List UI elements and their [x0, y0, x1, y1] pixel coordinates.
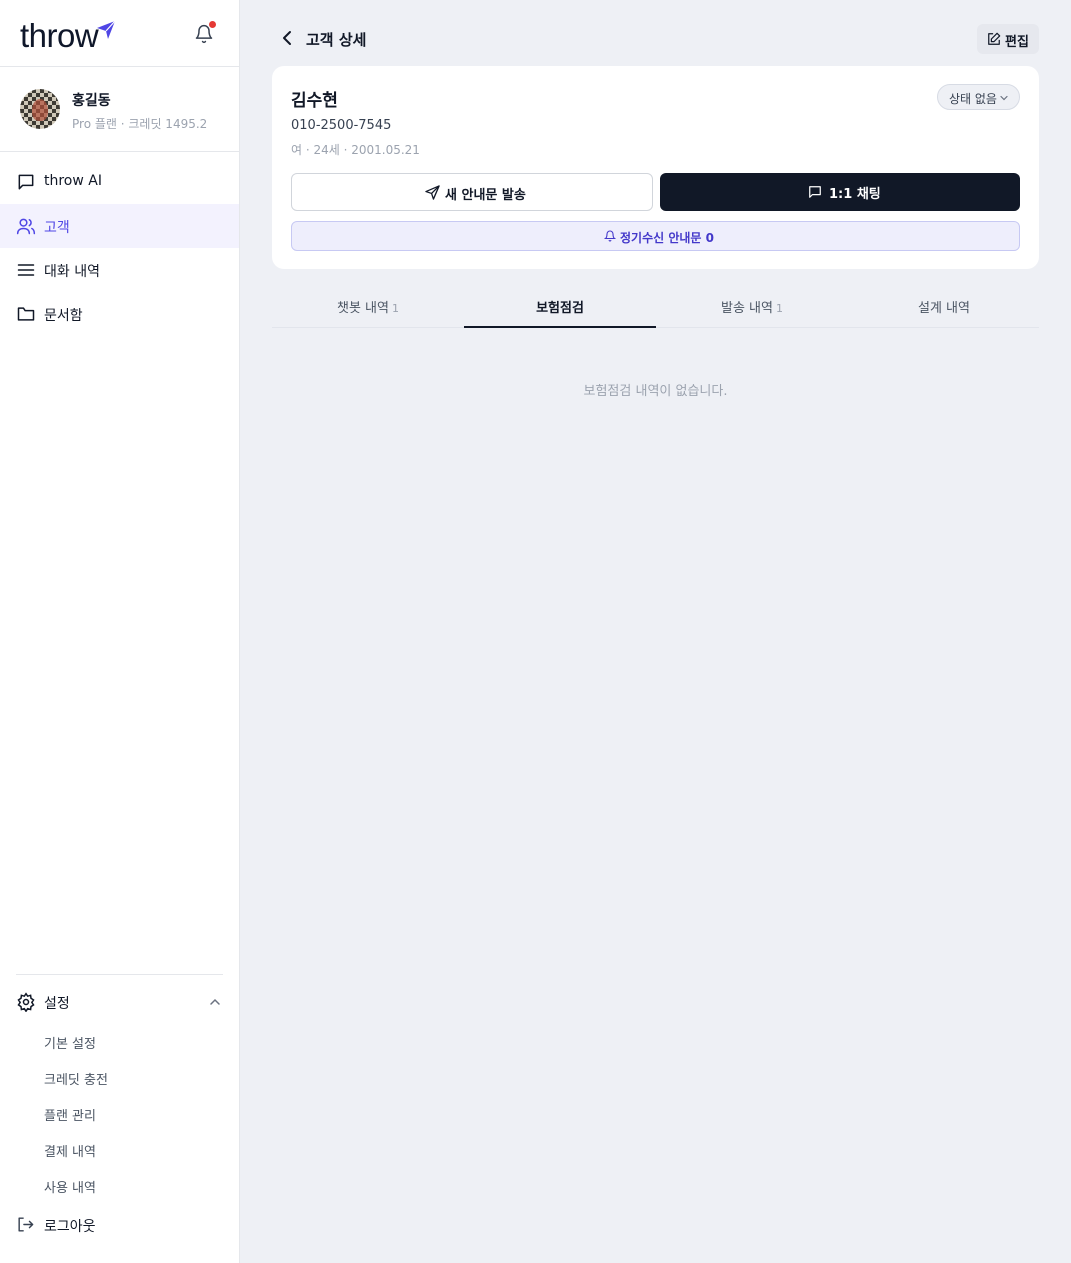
chat-button[interactable]: 1:1 채팅 [660, 173, 1020, 211]
tab-count: 1 [391, 302, 399, 315]
nav-item-label: 대화 내역 [44, 264, 100, 280]
avatar [20, 89, 60, 129]
logout-button[interactable]: 로그아웃 [16, 1214, 216, 1236]
chevron-down-icon [1000, 95, 1008, 101]
tab-label: 발송 내역 [721, 301, 773, 316]
settings-item-credit[interactable]: 크레딧 충전 [44, 1069, 108, 1088]
chat-bubble-icon [18, 174, 34, 190]
tab-bar: 챗봇 내역 1 보험점검 발송 내역 1 설계 내역 [272, 286, 1039, 328]
logout-label: 로그아웃 [44, 1219, 96, 1235]
nav-item-customers[interactable]: 고객 [0, 204, 239, 248]
sidebar: throw 홍길동 Pro 플랜 · 크레딧 1495.2 throw AI 고… [0, 0, 240, 1263]
chevron-up-icon [210, 998, 220, 1005]
empty-state-message: 보험점검 내역이 없습니다. [583, 384, 728, 399]
tab-send-history[interactable]: 발송 내역 1 [656, 286, 848, 328]
tab-insurance-check[interactable]: 보험점검 [464, 286, 656, 328]
folder-icon [17, 307, 35, 321]
customer-phone: 010-2500-7545 [291, 118, 392, 133]
subscription-notice-label: 정기수신 안내문 0 [620, 231, 714, 245]
logo-row: throw [0, 0, 239, 67]
logout-icon [18, 1217, 34, 1232]
nav-item-documents[interactable]: 문서함 [0, 292, 239, 336]
settings-section: 설정 기본 설정 크레딧 충전 플랜 관리 결제 내역 사용 내역 [16, 974, 223, 1196]
nav-item-label: 문서함 [44, 308, 83, 324]
customer-name: 김수현 [291, 91, 338, 111]
tab-chatbot-history[interactable]: 챗봇 내역 1 [272, 286, 464, 328]
profile-name: 홍길동 [72, 93, 111, 109]
tab-label: 챗봇 내역 [337, 301, 389, 316]
logo-arrow-icon [97, 20, 116, 39]
notification-dot [209, 21, 216, 28]
tab-count: 1 [775, 302, 783, 315]
users-icon [16, 218, 36, 235]
profile-plan: Pro 플랜 · 크레딧 1495.2 [72, 117, 208, 131]
edit-icon [988, 32, 1001, 45]
tab-design-history[interactable]: 설계 내역 [848, 286, 1040, 328]
logo-text[interactable]: throw [20, 17, 99, 55]
tab-label: 설계 내역 [918, 301, 970, 316]
nav-item-throw-ai[interactable]: throw AI [0, 160, 239, 204]
back-chevron-icon[interactable] [278, 28, 298, 48]
settings-label: 설정 [44, 996, 70, 1012]
edit-label: 편집 [1005, 35, 1029, 50]
nav-item-label: throw AI [44, 173, 102, 189]
menu-lines-icon [17, 264, 35, 276]
edit-button[interactable]: 편집 [977, 24, 1039, 54]
chat-label: 1:1 채팅 [829, 187, 881, 202]
nav-item-label: 고객 [44, 220, 70, 236]
send-icon [425, 185, 440, 200]
settings-toggle[interactable]: 설정 [16, 975, 223, 1027]
settings-item-basic[interactable]: 기본 설정 [44, 1033, 96, 1052]
chat-bubble-icon [809, 186, 821, 198]
main-nav: throw AI 고객 대화 내역 문서함 [0, 160, 239, 336]
page-title: 고객 상세 [306, 31, 367, 49]
status-label: 상태 없음 [949, 92, 997, 106]
tab-label: 보험점검 [536, 301, 584, 316]
customer-card: 김수현 010-2500-7545 여 · 24세 · 2001.05.21 상… [272, 66, 1039, 269]
send-notice-label: 새 안내문 발송 [445, 188, 526, 203]
bell-icon [604, 230, 616, 242]
status-dropdown[interactable]: 상태 없음 [937, 84, 1020, 110]
gear-icon [17, 992, 35, 1012]
settings-item-payments[interactable]: 결제 내역 [44, 1141, 96, 1160]
settings-item-usage[interactable]: 사용 내역 [44, 1177, 96, 1196]
customer-info: 여 · 24세 · 2001.05.21 [291, 143, 420, 157]
subscription-notice-button[interactable]: 정기수신 안내문 0 [291, 221, 1020, 251]
send-notice-button[interactable]: 새 안내문 발송 [291, 173, 653, 211]
settings-item-plan[interactable]: 플랜 관리 [44, 1105, 96, 1124]
profile[interactable]: 홍길동 Pro 플랜 · 크레딧 1495.2 [0, 67, 239, 152]
nav-item-conversations[interactable]: 대화 내역 [0, 248, 239, 292]
